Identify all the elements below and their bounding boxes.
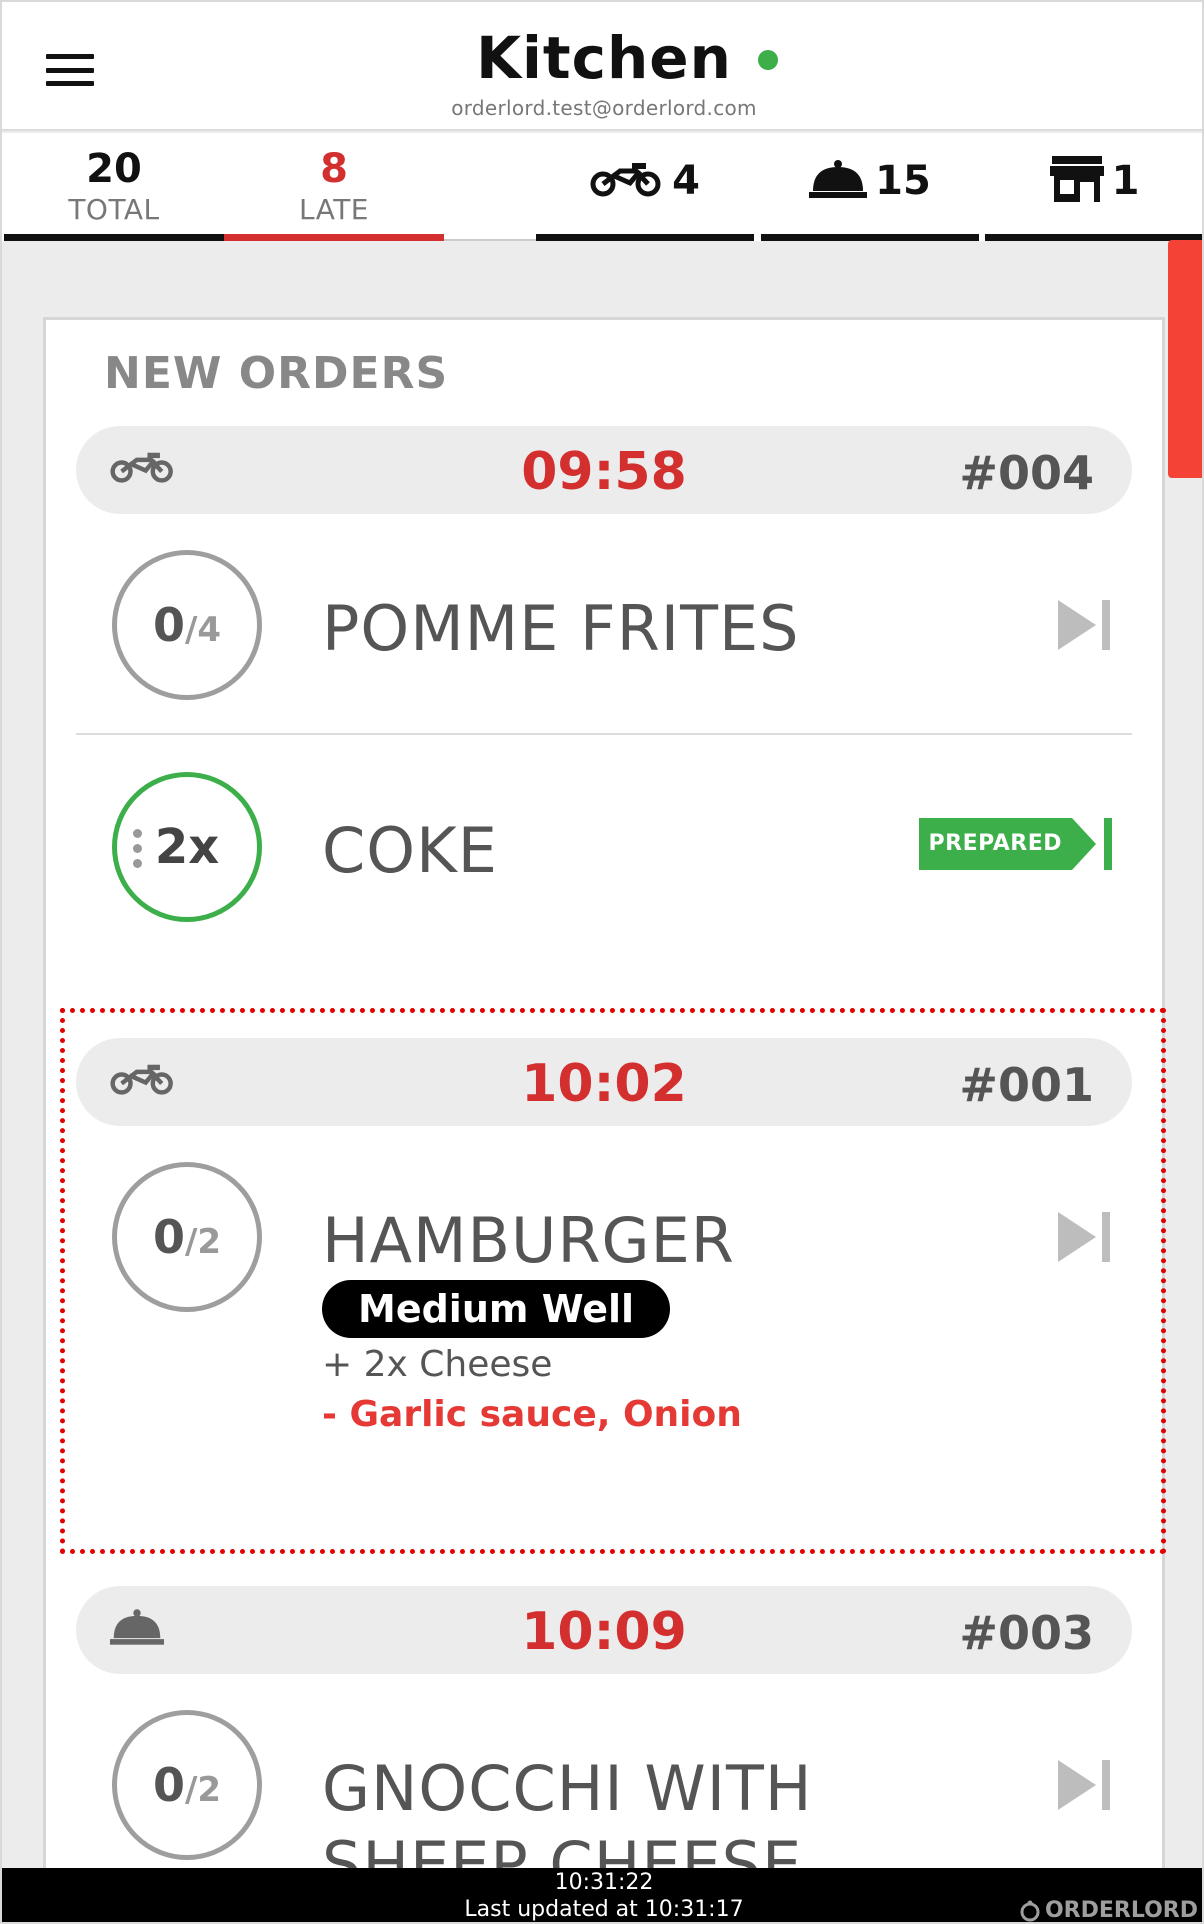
late-count: 8 bbox=[320, 146, 348, 192]
tab-late[interactable]: 8 LATE bbox=[224, 133, 444, 241]
tab-takeaway[interactable]: 1 bbox=[985, 133, 1202, 241]
stats-bar: 20 TOTAL 8 LATE 4 15 1 bbox=[2, 133, 1202, 241]
skip-to-end-icon[interactable] bbox=[1056, 1758, 1112, 1816]
motorbike-icon bbox=[590, 161, 664, 201]
late-label: LATE bbox=[298, 193, 370, 226]
drag-handle-icon[interactable] bbox=[133, 829, 142, 868]
order-number: #003 bbox=[959, 1606, 1094, 1660]
item-name: COKE bbox=[322, 814, 498, 887]
order-number: #001 bbox=[959, 1058, 1094, 1112]
quantity-counter[interactable]: 0/2 bbox=[112, 1162, 262, 1312]
store-icon bbox=[1049, 156, 1104, 206]
section-title: NEW ORDERS bbox=[104, 348, 449, 399]
page-title: Kitchen bbox=[476, 24, 778, 92]
delivery-count: 4 bbox=[672, 158, 700, 204]
app-screen: Kitchen orderlord.test@orderlord.com 20 … bbox=[0, 0, 1204, 1924]
prepared-button[interactable]: PREPARED bbox=[918, 818, 1112, 870]
app-header: Kitchen orderlord.test@orderlord.com bbox=[2, 2, 1202, 131]
order-number: #004 bbox=[959, 446, 1094, 500]
quantity-counter[interactable]: 2x bbox=[112, 772, 262, 922]
tab-delivery[interactable]: 4 bbox=[536, 133, 754, 241]
item-name: HAMBURGER bbox=[322, 1204, 735, 1277]
prepared-label: PREPARED bbox=[918, 818, 1072, 870]
online-status-dot bbox=[757, 50, 778, 70]
total-label: TOTAL bbox=[68, 193, 160, 226]
skip-to-end-icon[interactable] bbox=[1056, 1210, 1112, 1268]
order-header[interactable]: 10:02 #001 bbox=[76, 1038, 1132, 1126]
brand-logo: ORDERLORD bbox=[1019, 1898, 1198, 1922]
item-name-line-1: GNOCCHI WITH bbox=[322, 1752, 813, 1825]
order-header[interactable]: 09:58 #004 bbox=[76, 426, 1132, 514]
cooking-preference-badge: Medium Well bbox=[322, 1280, 671, 1338]
skip-to-end-icon[interactable] bbox=[1056, 598, 1112, 656]
item-removal: - Garlic sauce, Onion bbox=[322, 1394, 742, 1435]
tab-total[interactable]: 20 TOTAL bbox=[4, 133, 224, 241]
account-email: orderlord.test@orderlord.com bbox=[451, 96, 757, 120]
item-name: POMME FRITES bbox=[322, 592, 800, 665]
quantity-counter[interactable]: 0/4 bbox=[112, 550, 262, 700]
tab-dine-in[interactable]: 15 bbox=[761, 133, 979, 241]
status-footer: 10:31:22 Last updated at 10:31:17 ORDERL… bbox=[2, 1868, 1202, 1922]
cloche-icon bbox=[809, 159, 868, 203]
scrollbar-thumb[interactable] bbox=[1168, 240, 1202, 478]
order-item: 0/4 POMME FRITES bbox=[76, 550, 1132, 710]
order-header[interactable]: 10:09 #003 bbox=[76, 1586, 1132, 1674]
new-orders-card: NEW ORDERS 09:58 #004 0/4 POMME FRITES 2… bbox=[43, 317, 1166, 1922]
current-time: 10:31:22 bbox=[554, 1870, 654, 1895]
item-addition: + 2x Cheese bbox=[322, 1344, 553, 1385]
order-item: 2x COKE PREPARED bbox=[76, 772, 1132, 932]
dine-in-count: 15 bbox=[875, 158, 931, 204]
orderlord-logo-icon bbox=[1020, 1900, 1040, 1921]
takeaway-count: 1 bbox=[1111, 158, 1140, 204]
quantity-counter[interactable]: 0/2 bbox=[112, 1710, 262, 1860]
total-count: 20 bbox=[86, 146, 142, 192]
